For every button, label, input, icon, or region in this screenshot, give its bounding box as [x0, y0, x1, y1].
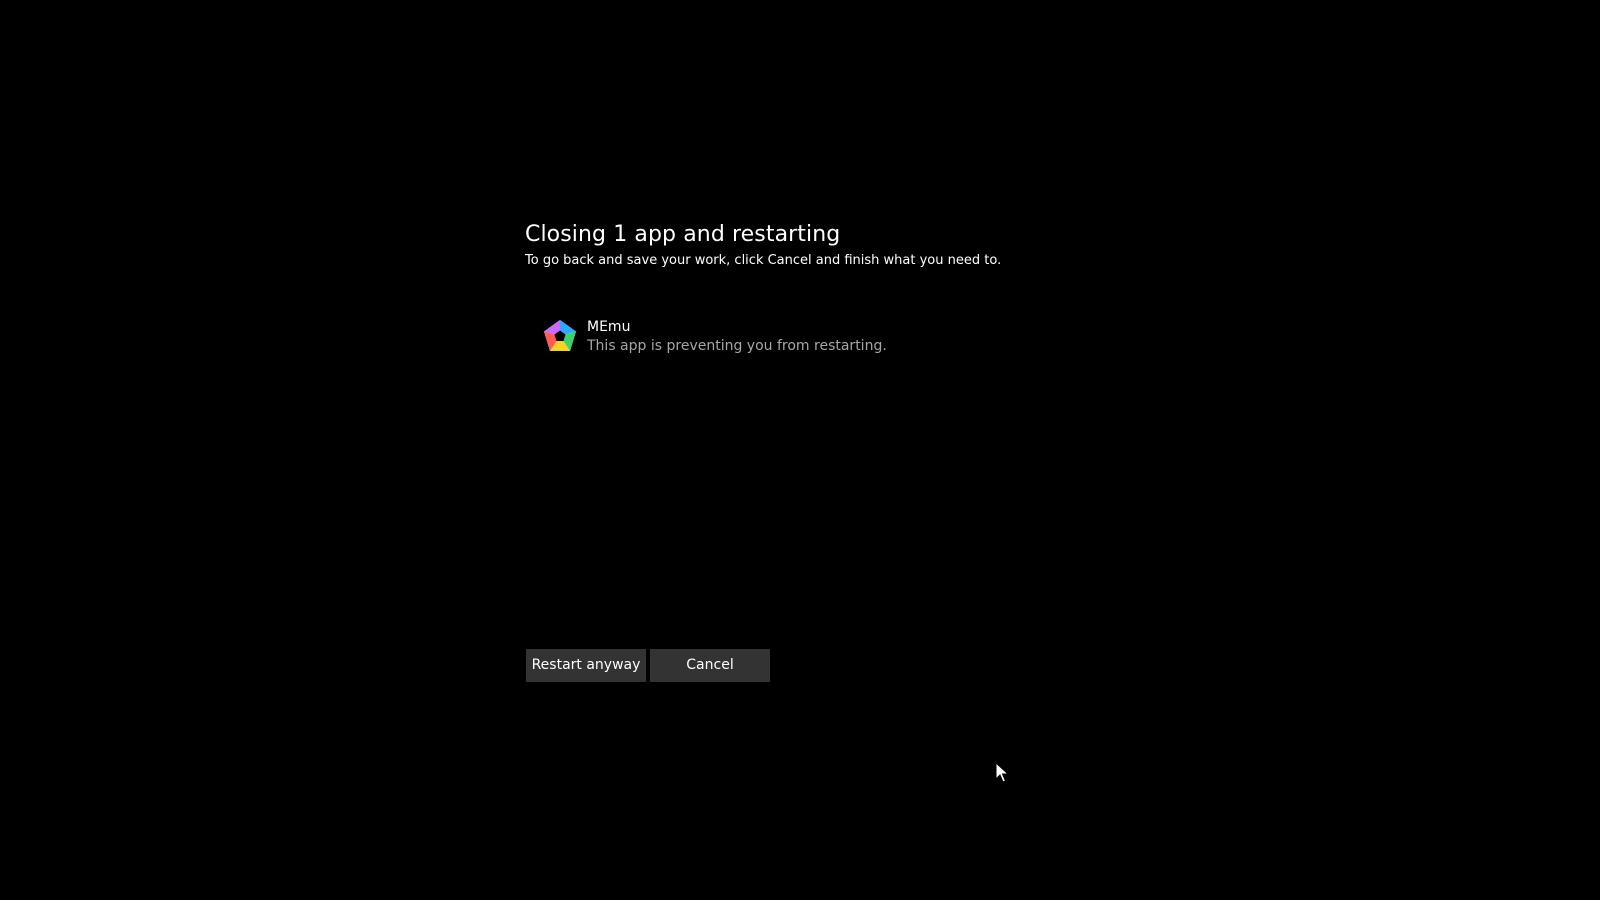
app-status: This app is preventing you from restarti…	[587, 338, 887, 354]
button-bar: Restart anyway Cancel	[526, 649, 770, 682]
blocking-app-list: MEmu This app is preventing you from res…	[543, 318, 1023, 356]
app-name: MEmu	[587, 319, 631, 335]
list-item: MEmu This app is preventing you from res…	[543, 318, 1023, 356]
cancel-button[interactable]: Cancel	[650, 649, 770, 682]
dialog-title: Closing 1 app and restarting	[525, 222, 841, 247]
restart-dialog: Closing 1 app and restarting To go back …	[525, 218, 1085, 354]
app-text: MEmu This app is preventing you from res…	[587, 318, 887, 356]
memu-app-icon	[544, 320, 576, 351]
mouse-cursor-icon	[995, 762, 1009, 783]
restart-anyway-button[interactable]: Restart anyway	[526, 649, 646, 682]
restart-screen: Closing 1 app and restarting To go back …	[0, 0, 1600, 900]
dialog-subtitle: To go back and save your work, click Can…	[525, 253, 1002, 268]
